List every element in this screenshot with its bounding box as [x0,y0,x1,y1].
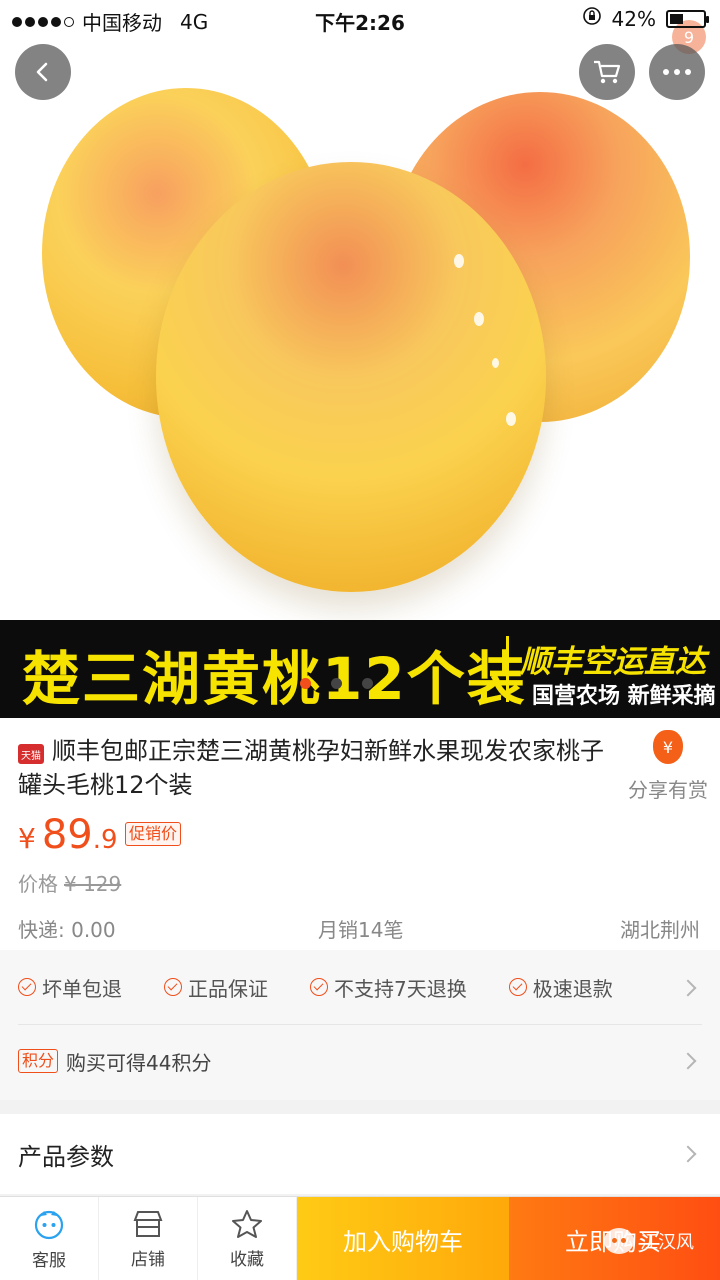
check-circle-icon [310,978,328,996]
promo-banner: 楚三湖黄桃12个装 顺丰空运直达 国营农场 新鲜采摘 [0,620,720,718]
guarantee-item: 不支持7天退换 [310,973,467,1002]
watermark: 江汉风 [604,1228,694,1254]
product-detail-page: 中国移动 4G 下午2:26 42% 9 楚三湖黄桃12个装 顺丰空运直达 国营… [0,0,720,1280]
guarantee-item: 极速退款 [508,973,613,1002]
guarantee-label: 不支持7天退换 [334,976,467,1001]
points-tag: 积分 [18,1049,59,1073]
status-bar: 中国移动 4G 下午2:26 42% [0,0,720,38]
chevron-left-icon [36,62,48,82]
share-reward-label: 分享有赏 [628,778,708,802]
banner-slogan: 顺丰空运直达 [520,644,706,680]
guarantee-label: 极速退款 [532,976,613,1001]
banner-subslogan: 国营农场 新鲜采摘 [532,684,716,709]
price: ¥89.9 [18,812,118,858]
guarantee-item: 正品保证 [164,973,268,1002]
peach-image-center [156,162,546,592]
guarantee-label: 坏单包退 [42,976,122,1001]
customer-service-tab[interactable]: 客服 [0,1197,99,1280]
monthly-sales: 月销14笔 [318,918,404,942]
rotation-lock-icon [582,6,602,31]
product-title: 顺丰包邮正宗楚三湖黄桃孕妇新鲜水果现发农家桃子罐头毛桃12个装 [18,737,604,799]
banner-divider [506,636,509,702]
guarantee-row[interactable]: 坏单包退 正品保证 不支持7天退换 极速退款 [0,950,720,1024]
water-drop [454,254,464,268]
carousel-indicator[interactable] [300,678,373,689]
original-price: 价格 ¥ 129 [18,868,121,897]
water-drop [506,412,516,426]
more-button[interactable] [649,44,705,100]
customer-service-icon [34,1210,64,1239]
chevron-right-icon [679,1145,697,1163]
water-drop [492,358,499,368]
points-text: 购买可得44积分 [66,1050,212,1075]
promo-price-tag: 促销价 [125,822,182,846]
back-button[interactable] [15,44,71,100]
battery-icon [666,9,709,28]
tab-label: 店铺 [131,1249,165,1270]
more-dots-icon [663,69,691,75]
share-reward-button[interactable]: ¥ 分享有赏 [622,730,714,803]
original-price-value: ¥ 129 [64,872,122,896]
money-bag-icon: ¥ [653,730,683,764]
carousel-dot[interactable] [362,678,373,689]
product-params-row[interactable]: 产品参数 [0,1114,720,1194]
carousel-dot[interactable] [331,678,342,689]
currency-symbol: ¥ [18,822,36,855]
guarantee-label: 正品保证 [188,976,268,1001]
points-row[interactable]: 积分 购买可得44积分 [0,1025,720,1097]
ship-location: 湖北荆州 [620,918,700,942]
watermark-text: 江汉风 [640,1232,694,1253]
shipping-fee: 快递: 0.00 [18,918,116,942]
check-circle-icon [508,978,527,996]
status-right: 42% [582,6,709,31]
shopping-cart-icon [594,60,621,84]
params-label: 产品参数 [18,1142,114,1171]
wechat-icon [604,1228,634,1254]
star-icon [232,1209,262,1238]
tab-label: 客服 [32,1250,66,1271]
water-drop [474,312,484,326]
store-icon [133,1210,163,1237]
chevron-right-icon [679,1052,697,1070]
product-info: 天猫 顺丰包邮正宗楚三湖黄桃孕妇新鲜水果现发农家桃子罐头毛桃12个装 ¥ 分享有… [0,718,720,950]
battery-percent: 42% [611,6,656,31]
price-integer: 89 [41,812,93,858]
service-guarantees: 坏单包退 正品保证 不支持7天退换 极速退款 积分 购买可得44积分 [0,950,720,1100]
check-circle-icon [164,978,182,996]
check-circle-icon [18,978,36,996]
original-price-label: 价格 [18,872,58,896]
favorite-tab[interactable]: 收藏 [198,1197,297,1280]
add-to-cart-button[interactable]: 加入购物车 [297,1197,509,1280]
guarantee-item: 坏单包退 [18,973,122,1002]
tab-label: 收藏 [230,1249,264,1270]
carousel-dot[interactable] [300,678,311,689]
cart-button[interactable] [579,44,635,100]
shop-tab[interactable]: 店铺 [99,1197,198,1280]
chevron-right-icon [679,979,697,997]
banner-title: 楚三湖黄桃12个装 [22,645,527,713]
price-decimal: .9 [92,825,118,855]
